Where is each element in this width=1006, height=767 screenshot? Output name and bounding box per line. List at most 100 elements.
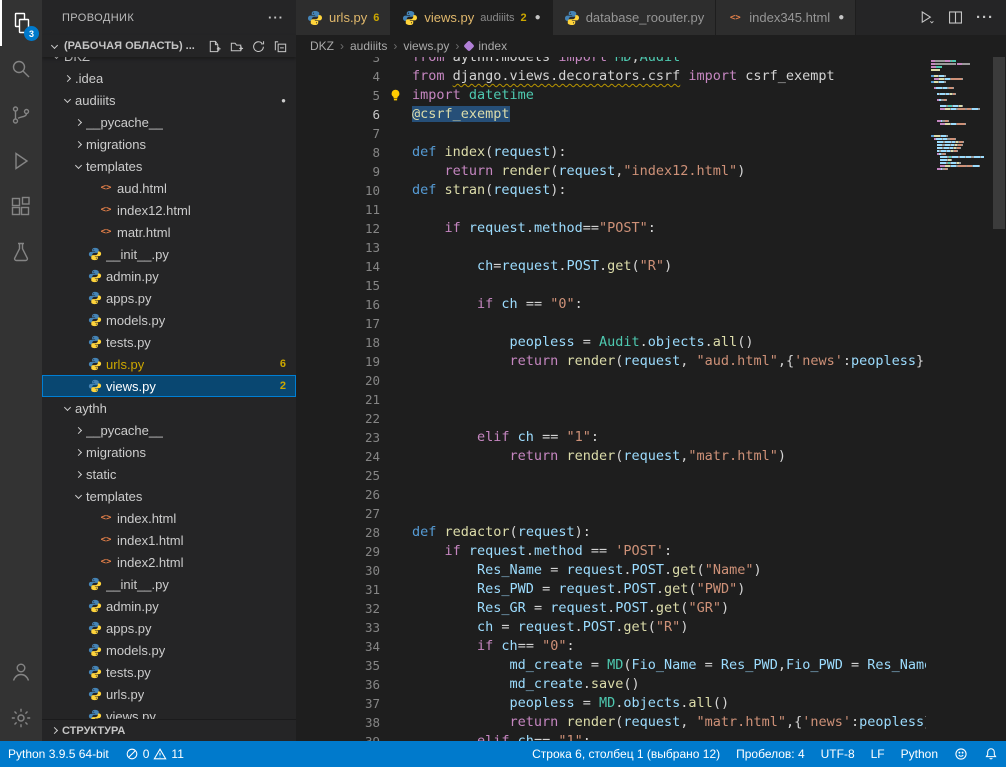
python-interpreter-status[interactable]: Python 3.9.5 64-bit [0, 741, 117, 767]
tree-item-index12.html[interactable]: <>index12.html [42, 199, 296, 221]
feedback-smiley-icon[interactable] [946, 741, 976, 767]
code-line-7[interactable]: 7 [296, 124, 1006, 143]
eol-status[interactable]: LF [863, 741, 893, 767]
tree-item-templates[interactable]: templates [42, 155, 296, 177]
code-line-21[interactable]: 21 [296, 390, 1006, 409]
tree-item-admin.py[interactable]: admin.py [42, 265, 296, 287]
code-line-18[interactable]: 18 peopless = Audit.objects.all() [296, 333, 1006, 352]
cursor-position-status[interactable]: Строка 6, столбец 1 (выбрано 12) [524, 741, 728, 767]
tree-item-aythh[interactable]: aythh [42, 397, 296, 419]
tree-item-migrations[interactable]: migrations [42, 133, 296, 155]
code-line-28[interactable]: 28def redactor(request): [296, 523, 1006, 542]
tree-item-index1.html[interactable]: <>index1.html [42, 529, 296, 551]
notifications-bell-icon[interactable] [976, 741, 1006, 767]
tree-item-apps.py[interactable]: apps.py [42, 287, 296, 309]
tab-database_roouter.py[interactable]: database_roouter.py [553, 0, 717, 35]
sidebar-more-actions-icon[interactable]: ··· [268, 10, 284, 25]
code-line-35[interactable]: 35 md_create = MD(Fio_Name = Res_PWD,Fio… [296, 656, 1006, 675]
outline-section-header[interactable]: СТРУКТУРА [42, 719, 296, 741]
search-icon[interactable] [0, 46, 42, 92]
code-line-36[interactable]: 36 md_create.save() [296, 675, 1006, 694]
code-line-26[interactable]: 26 [296, 485, 1006, 504]
run-debug-icon[interactable] [0, 138, 42, 184]
code-line-8[interactable]: 8def index(request): [296, 143, 1006, 162]
code-line-11[interactable]: 11 [296, 200, 1006, 219]
explorer-icon[interactable]: 3 [0, 0, 42, 46]
tree-item-tests.py[interactable]: tests.py [42, 661, 296, 683]
code-line-29[interactable]: 29 if request.method == 'POST': [296, 542, 1006, 561]
source-control-icon[interactable] [0, 92, 42, 138]
code-line-22[interactable]: 22 [296, 409, 1006, 428]
run-python-file-button[interactable] [918, 9, 935, 26]
code-line-13[interactable]: 13 [296, 238, 1006, 257]
refresh-icon[interactable] [251, 39, 266, 54]
extensions-icon[interactable] [0, 184, 42, 230]
encoding-status[interactable]: UTF-8 [813, 741, 863, 767]
workspace-section-header[interactable]: (РАБОЧАЯ ОБЛАСТЬ) ... [42, 35, 296, 57]
code-line-19[interactable]: 19 return render(request, "aud.html",{'n… [296, 352, 1006, 371]
code-line-27[interactable]: 27 [296, 504, 1006, 523]
tree-item-__init__.py[interactable]: __init__.py [42, 243, 296, 265]
tree-item-templates[interactable]: templates [42, 485, 296, 507]
minimap[interactable] [926, 57, 992, 741]
tree-item-views.py[interactable]: views.py2 [42, 375, 296, 397]
vertical-scrollbar[interactable] [992, 57, 1006, 741]
new-folder-icon[interactable] [229, 39, 244, 54]
code-line-23[interactable]: 23 elif ch == "1": [296, 428, 1006, 447]
code-line-12[interactable]: 12 if request.method=="POST": [296, 219, 1006, 238]
code-line-37[interactable]: 37 peopless = MD.objects.all() [296, 694, 1006, 713]
code-line-32[interactable]: 32 Res_GR = request.POST.get("GR") [296, 599, 1006, 618]
breadcrumb-item-audiiits[interactable]: audiiits [350, 39, 387, 53]
code-line-31[interactable]: 31 Res_PWD = request.POST.get("PWD") [296, 580, 1006, 599]
dirty-indicator-icon[interactable]: ● [838, 12, 844, 23]
split-editor-button[interactable] [947, 9, 964, 26]
code-line-17[interactable]: 17 [296, 314, 1006, 333]
tree-item-migrations[interactable]: migrations [42, 441, 296, 463]
code-line-15[interactable]: 15 [296, 276, 1006, 295]
code-line-10[interactable]: 10def stran(request): [296, 181, 1006, 200]
tab-urls.py[interactable]: urls.py6 [296, 0, 391, 35]
code-line-33[interactable]: 33 ch = request.POST.get("R") [296, 618, 1006, 637]
tree-item-static[interactable]: static [42, 463, 296, 485]
breadcrumb-item-DKZ[interactable]: DKZ [310, 39, 334, 53]
tree-item-urls.py[interactable]: urls.py6 [42, 353, 296, 375]
tree-item-matr.html[interactable]: <>matr.html [42, 221, 296, 243]
dirty-indicator-icon[interactable]: ● [535, 12, 541, 23]
tree-item-views.py[interactable]: views.py [42, 705, 296, 719]
code-editor[interactable]: 3from aythh.models import MD,Audit4from … [296, 48, 1006, 741]
code-line-38[interactable]: 38 return render(request, "matr.html",{'… [296, 713, 1006, 732]
code-line-4[interactable]: 4from django.views.decorators.csrf impor… [296, 67, 1006, 86]
tree-item-admin.py[interactable]: admin.py [42, 595, 296, 617]
code-line-39[interactable]: 39 elif ch== "1": [296, 732, 1006, 741]
tree-item-tests.py[interactable]: tests.py [42, 331, 296, 353]
tree-item-__pycache__[interactable]: __pycache__ [42, 111, 296, 133]
tab-views.py[interactable]: views.pyaudiiits2● [391, 0, 552, 35]
code-line-14[interactable]: 14 ch=request.POST.get("R") [296, 257, 1006, 276]
tree-item-.idea[interactable]: .idea [42, 67, 296, 89]
tree-item-models.py[interactable]: models.py [42, 639, 296, 661]
code-line-6[interactable]: 6@csrf_exempt [296, 105, 1006, 124]
breadcrumb-item-views.py[interactable]: views.py [403, 39, 449, 53]
code-line-24[interactable]: 24 return render(request,"matr.html") [296, 447, 1006, 466]
tree-item-apps.py[interactable]: apps.py [42, 617, 296, 639]
tab-index345.html[interactable]: <>index345.html● [716, 0, 856, 35]
editor-more-actions-button[interactable]: ··· [976, 9, 994, 26]
scrollbar-slider[interactable] [993, 57, 1005, 229]
testing-icon[interactable] [0, 230, 42, 276]
tree-item-index2.html[interactable]: <>index2.html [42, 551, 296, 573]
indentation-status[interactable]: Пробелов: 4 [728, 741, 813, 767]
lightbulb-icon[interactable] [388, 88, 403, 103]
tree-item-aud.html[interactable]: <>aud.html [42, 177, 296, 199]
settings-gear-icon[interactable] [0, 695, 42, 741]
code-line-30[interactable]: 30 Res_Name = request.POST.get("Name") [296, 561, 1006, 580]
tree-item-audiiits[interactable]: audiiits● [42, 89, 296, 111]
tree-item-urls.py[interactable]: urls.py [42, 683, 296, 705]
tree-item-models.py[interactable]: models.py [42, 309, 296, 331]
collapse-all-icon[interactable] [273, 39, 288, 54]
code-line-25[interactable]: 25 [296, 466, 1006, 485]
code-line-16[interactable]: 16 if ch == "0": [296, 295, 1006, 314]
code-line-34[interactable]: 34 if ch== "0": [296, 637, 1006, 656]
tree-item-index.html[interactable]: <>index.html [42, 507, 296, 529]
code-line-5[interactable]: 5import datetime [296, 86, 1006, 105]
new-file-icon[interactable] [207, 39, 222, 54]
